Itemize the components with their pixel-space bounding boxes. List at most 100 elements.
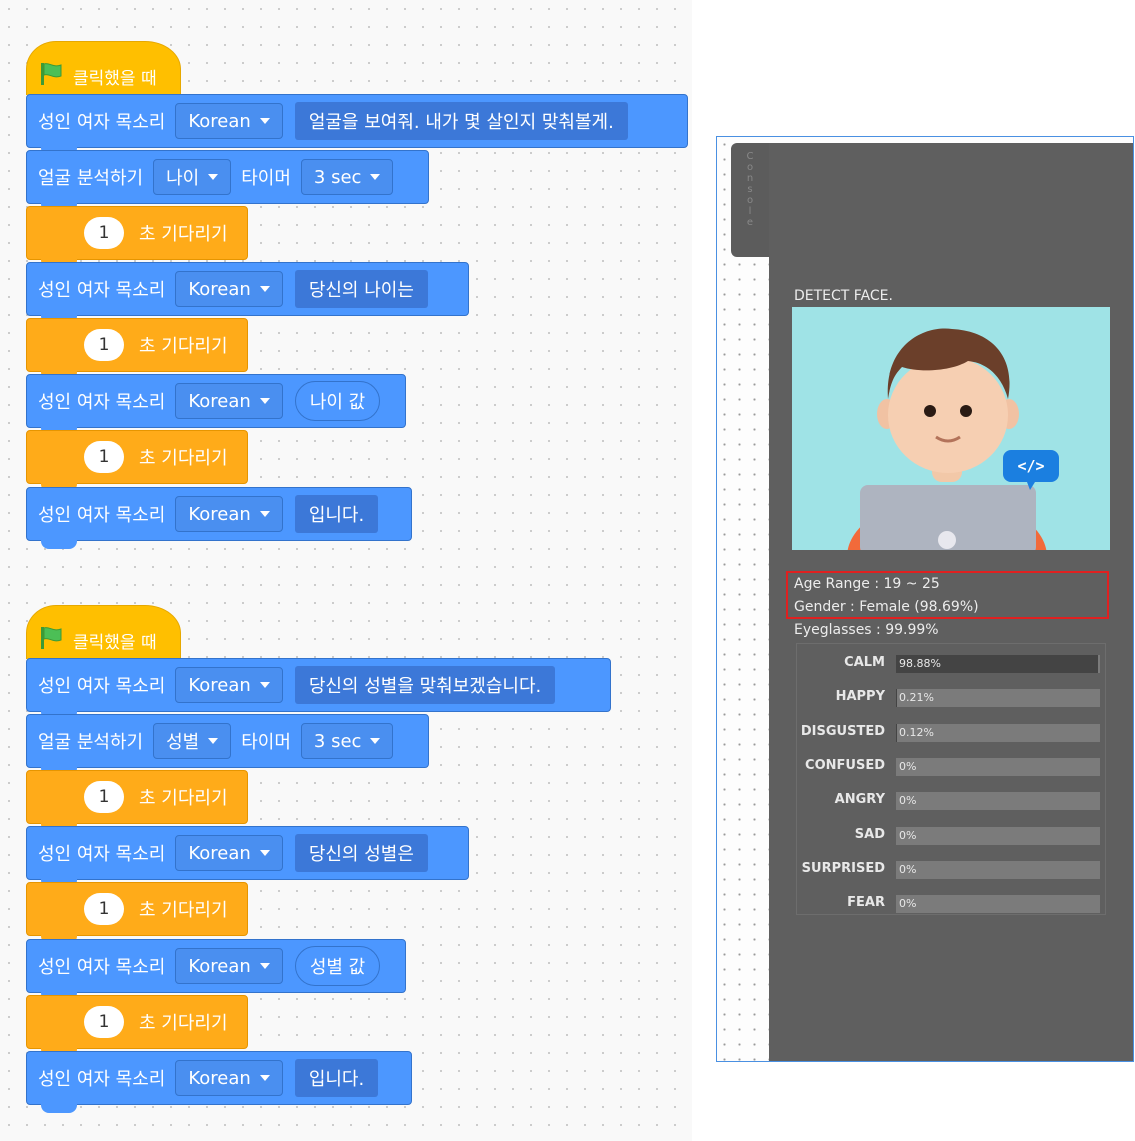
block-workspace[interactable]: 클릭했을 때 성인 여자 목소리 Korean 얼굴을 보여줘. 내가 몇 살인… [0, 0, 692, 1141]
console-tab-label: Console [746, 151, 754, 228]
gender-value-reporter[interactable]: 성별 값 [294, 946, 381, 986]
voice-language-dropdown[interactable]: Korean [175, 271, 283, 307]
emotion-row: CALM 98.88% [797, 654, 1107, 673]
wait-seconds-input[interactable]: 1 [84, 329, 124, 361]
avatar-illustration: </> [847, 328, 1059, 550]
wait-seconds-input[interactable]: 1 [84, 217, 124, 249]
wait-block[interactable]: 1 초 기다리기 [26, 318, 248, 380]
emotion-bar: 0.21% [896, 689, 1100, 708]
detect-face-title: DETECT FACE. [794, 288, 893, 304]
speak-block[interactable]: 성인 여자 목소리 Korean 입니다. [26, 1051, 412, 1113]
voice-language-dropdown[interactable]: Korean [175, 667, 283, 703]
speak-block[interactable]: 성인 여자 목소리 Korean 입니다. [26, 487, 412, 549]
highlight-box [786, 571, 1109, 619]
emotion-bar: 0% [896, 826, 1100, 845]
emotion-row: HAPPY 0.21% [797, 688, 1107, 708]
eyeglasses-text: Eyeglasses : 99.99% [794, 622, 939, 638]
caret-down-icon [259, 398, 270, 404]
emotion-value: 0% [899, 897, 917, 911]
speak-block[interactable]: 성인 여자 목소리 Korean 당신의 성별은 [26, 826, 469, 888]
speak-text-input[interactable]: 당신의 성별을 맞춰보겠습니다. [294, 666, 556, 704]
block-label: 성인 여자 목소리 [38, 676, 166, 697]
wait-block[interactable]: 1 초 기다리기 [26, 995, 248, 1057]
block-label: 성인 여자 목소리 [38, 505, 166, 526]
analysis-type-dropdown[interactable]: 성별 [153, 723, 232, 759]
when-clicked-hat-block[interactable]: 클릭했을 때 [26, 41, 181, 95]
block-label: 성인 여자 목소리 [38, 280, 166, 301]
timer-dropdown[interactable]: 3 sec [300, 723, 394, 759]
wait-seconds-input[interactable]: 1 [84, 1006, 124, 1038]
speak-text-input[interactable]: 얼굴을 보여줘. 내가 몇 살인지 맞춰볼게. [294, 102, 628, 140]
caret-down-icon [370, 174, 381, 180]
block-label: 초 기다리기 [139, 788, 228, 809]
block-label: 성인 여자 목소리 [38, 392, 166, 413]
wait-seconds-input[interactable]: 1 [84, 781, 124, 813]
speak-block[interactable]: 성인 여자 목소리 Korean 당신의 나이는 [26, 262, 469, 324]
speak-block[interactable]: 성인 여자 목소리 Korean 성별 값 [26, 939, 406, 1001]
block-label: 얼굴 분석하기 [38, 168, 144, 189]
voice-language-dropdown[interactable]: Korean [175, 103, 283, 139]
wait-block[interactable]: 1 초 기다리기 [26, 206, 248, 268]
voice-language-dropdown[interactable]: Korean [175, 948, 283, 984]
timer-label: 타이머 [241, 168, 291, 189]
speak-text-input[interactable]: 당신의 나이는 [294, 270, 428, 308]
caret-down-icon [259, 682, 270, 688]
console-tab[interactable]: Console [731, 143, 769, 257]
emotion-row: DISGUSTED 0.12% [797, 723, 1107, 742]
wait-block[interactable]: 1 초 기다리기 [26, 770, 248, 832]
caret-down-icon [259, 963, 270, 969]
speak-block[interactable]: 성인 여자 목소리 Korean 당신의 성별을 맞춰보겠습니다. [26, 658, 611, 720]
emotion-value: 0% [899, 759, 917, 773]
block-label: 초 기다리기 [139, 900, 228, 921]
voice-language-dropdown[interactable]: Korean [175, 496, 283, 532]
wait-block[interactable]: 1 초 기다리기 [26, 430, 248, 492]
emotion-value: 0% [899, 794, 917, 808]
emotion-value: 98.88% [899, 657, 941, 670]
caret-down-icon [259, 118, 270, 124]
emotion-bar: 0.12% [896, 723, 1100, 742]
hat-label: 클릭했을 때 [73, 633, 157, 653]
analyze-face-block[interactable]: 얼굴 분석하기 나이 타이머 3 sec [26, 150, 429, 212]
emotion-value: 0.12% [899, 725, 934, 739]
console-output-panel: DETECT FACE. </> Age Range : 19 ~ 25 Gen… [769, 143, 1133, 1061]
speak-block[interactable]: 성인 여자 목소리 Korean 얼굴을 보여줘. 내가 몇 살인지 맞춰볼게. [26, 94, 688, 156]
caret-down-icon [208, 738, 219, 744]
emotion-name: CONFUSED [805, 757, 885, 773]
emotion-chart: CALM 98.88% HAPPY 0.21% DISGUSTED 0.12% CONFUS… [796, 643, 1106, 915]
when-clicked-hat-block[interactable]: 클릭했을 때 [26, 605, 181, 659]
emotion-bar: 0% [896, 792, 1100, 811]
block-label: 초 기다리기 [139, 448, 228, 469]
emotion-bar: 0% [896, 757, 1100, 776]
emotion-name: DISGUSTED [800, 723, 885, 739]
emotion-name: HAPPY [835, 689, 885, 705]
block-label: 초 기다리기 [139, 1013, 228, 1034]
emotion-name: FEAR [847, 895, 885, 911]
wait-seconds-input[interactable]: 1 [84, 893, 124, 925]
age-value-reporter[interactable]: 나이 값 [294, 381, 381, 421]
analysis-type-dropdown[interactable]: 나이 [153, 159, 232, 195]
timer-dropdown[interactable]: 3 sec [300, 159, 394, 195]
emotion-name: ANGRY [834, 792, 885, 808]
speak-text-input[interactable]: 입니다. [294, 1059, 379, 1097]
caret-down-icon [208, 174, 219, 180]
emotion-name: CALM [844, 655, 885, 670]
caret-down-icon [259, 511, 270, 517]
voice-language-dropdown[interactable]: Korean [175, 383, 283, 419]
speak-text-input[interactable]: 당신의 성별은 [294, 834, 428, 872]
emotion-bar: 98.88% [896, 655, 1100, 673]
block-label: 얼굴 분석하기 [38, 732, 144, 753]
console-window: Console DETECT FACE. </> Age Range: 19 … [716, 136, 1134, 1062]
speak-text-input[interactable]: 입니다. [294, 495, 379, 533]
block-label: 성인 여자 목소리 [38, 112, 166, 133]
emotion-row: SURPRISED 0% [797, 860, 1107, 879]
emotion-value: 0% [899, 862, 917, 876]
emotion-row: ANGRY 0% [797, 791, 1107, 811]
wait-seconds-input[interactable]: 1 [84, 441, 124, 473]
voice-language-dropdown[interactable]: Korean [175, 835, 283, 871]
voice-language-dropdown[interactable]: Korean [175, 1060, 283, 1096]
emotion-value: 0% [899, 828, 917, 842]
analyze-face-block[interactable]: 얼굴 분석하기 성별 타이머 3 sec [26, 714, 429, 776]
block-label: 성인 여자 목소리 [38, 957, 166, 978]
wait-block[interactable]: 1 초 기다리기 [26, 882, 248, 944]
speak-block[interactable]: 성인 여자 목소리 Korean 나이 값 [26, 374, 406, 436]
